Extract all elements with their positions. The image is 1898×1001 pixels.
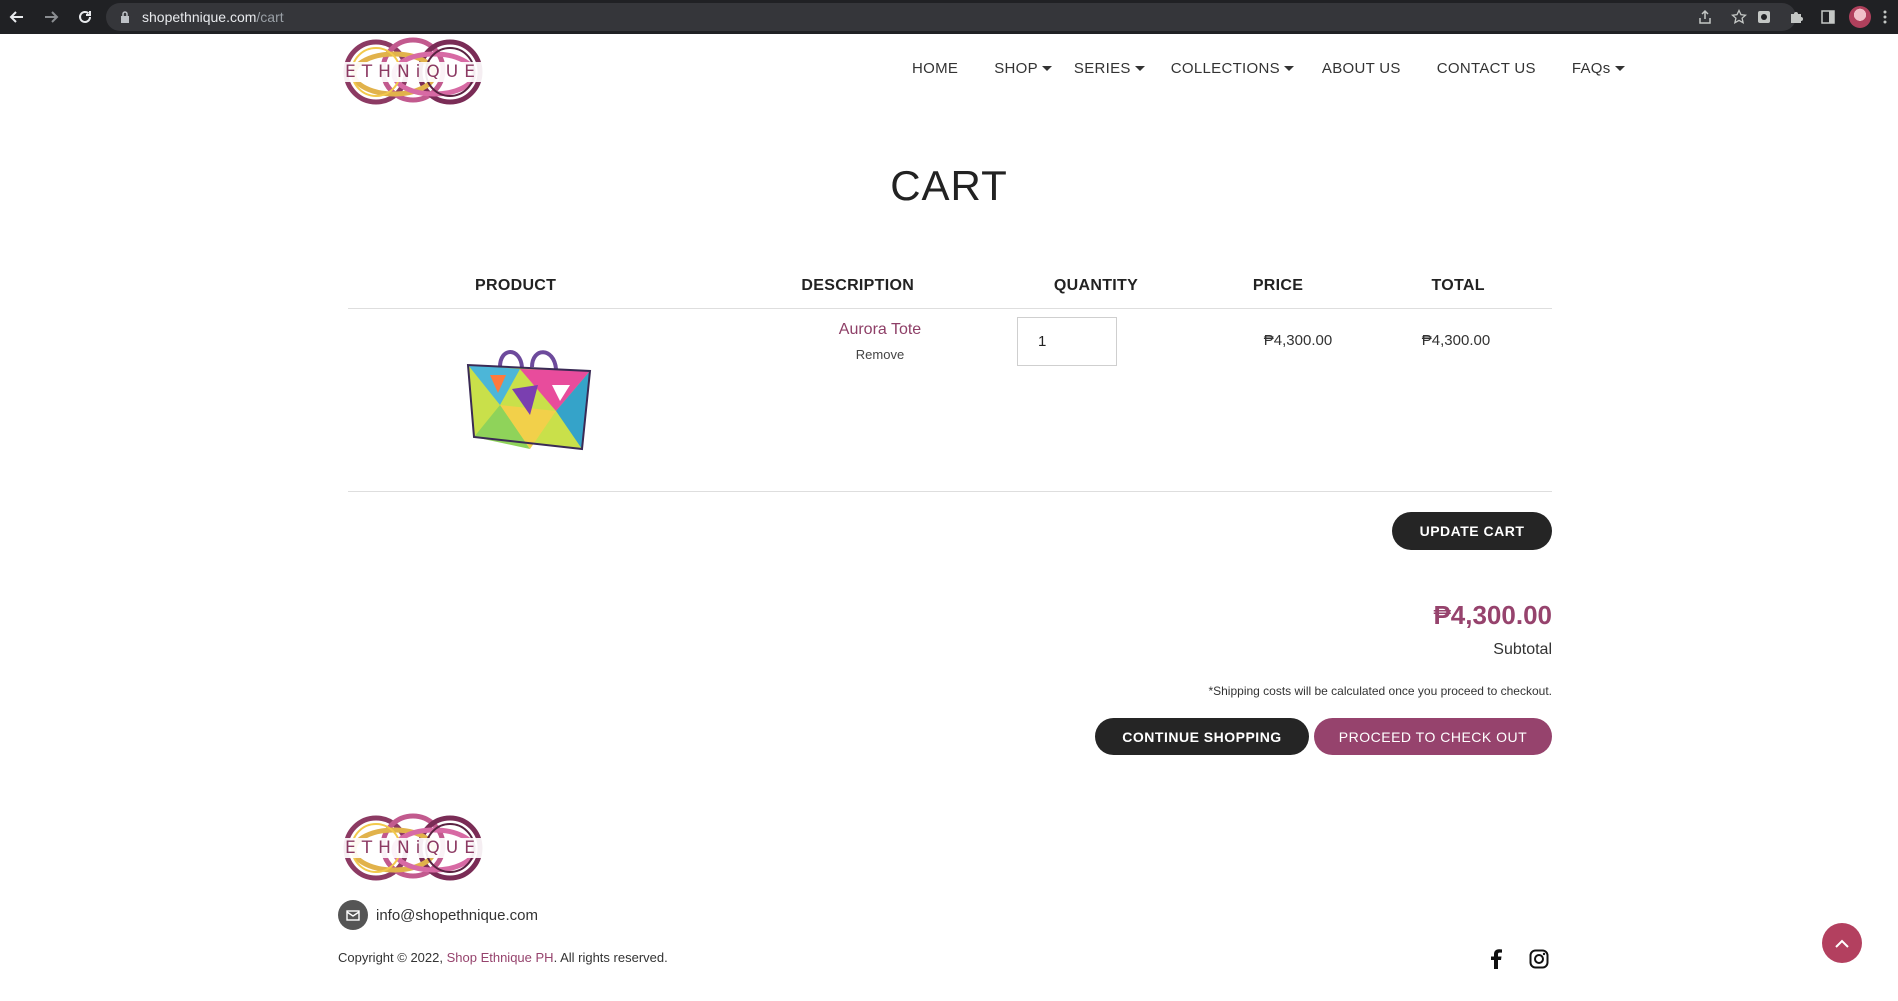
subtotal-value: ₱4,300.00 (1433, 600, 1552, 630)
column-header: PRODUCT (475, 277, 557, 294)
cart-row: Aurora Tote Remove ₱4,300.00 ₱4,300.00 (348, 309, 1552, 492)
side-panel-icon[interactable] (1814, 3, 1842, 31)
caret-down-icon (1283, 66, 1294, 71)
url-host: shopethnique.com (142, 9, 257, 25)
main-navigation: HOME SHOP SERIES COLLECTIONS ABOUT US CO… (912, 60, 1661, 77)
nav-label: ABOUT US (1321, 60, 1401, 77)
logo-text: ETHNiQUE (338, 838, 488, 858)
mail-icon (338, 900, 368, 930)
column-header: TOTAL (1431, 277, 1485, 294)
chevron-up-icon (1835, 939, 1849, 948)
email-text: info@shopethnique.com (376, 906, 538, 924)
copyright-brand-link[interactable]: Shop Ethnique PH (447, 950, 554, 965)
caret-down-icon (1134, 66, 1145, 71)
column-header: PRICE (1252, 277, 1304, 294)
forward-icon[interactable] (34, 0, 68, 34)
tote-bag-image[interactable] (460, 345, 592, 459)
share-icon[interactable] (1692, 4, 1718, 30)
nav-label: FAQs (1571, 60, 1611, 77)
site-logo[interactable]: ETHNiQUE (338, 34, 488, 110)
nav-item-series[interactable]: SERIES (1074, 60, 1145, 77)
bookmark-star-icon[interactable] (1726, 4, 1752, 30)
cart-table-header: PRODUCT DESCRIPTION QUANTITY PRICE TOTAL (348, 277, 1552, 309)
product-name-link[interactable]: Aurora Tote (760, 321, 1000, 339)
nav-label: CONTACT US (1436, 60, 1536, 77)
remove-item-link[interactable]: Remove (760, 347, 1000, 362)
menu-kebab-icon[interactable] (1878, 3, 1892, 31)
address-bar[interactable]: shopethnique.com/cart (106, 3, 1796, 31)
facebook-icon[interactable] (1483, 946, 1509, 972)
extension-icon[interactable] (1750, 3, 1778, 31)
footer-logo[interactable]: ETHNiQUE (338, 810, 488, 886)
footer-email[interactable]: info@shopethnique.com (338, 900, 538, 930)
nav-label: SHOP (994, 60, 1038, 77)
caret-down-icon (1614, 66, 1625, 71)
cart-table: PRODUCT DESCRIPTION QUANTITY PRICE TOTAL (348, 277, 1552, 492)
nav-item-faqs[interactable]: FAQs (1572, 60, 1625, 77)
browser-toolbar: shopethnique.com/cart (0, 0, 1898, 34)
site-page: ETHNiQUE HOME SHOP SERIES COLLECTIONS AB… (0, 34, 1898, 1001)
item-total: ₱4,300.00 (1421, 332, 1491, 349)
continue-shopping-button[interactable]: CONTINUE SHOPPING (1095, 718, 1309, 755)
nav-label: HOME (912, 60, 959, 77)
copyright-prefix: Copyright © 2022, (338, 950, 447, 965)
back-icon[interactable] (0, 0, 34, 34)
caret-down-icon (1041, 66, 1052, 71)
shipping-note: *Shipping costs will be calculated once … (1208, 684, 1552, 698)
nav-item-about-us[interactable]: ABOUT US (1322, 60, 1401, 77)
reload-icon[interactable] (68, 0, 102, 34)
back-to-top-button[interactable] (1822, 923, 1862, 963)
nav-item-shop[interactable]: SHOP (994, 60, 1052, 77)
url-path: /cart (256, 9, 284, 25)
nav-item-collections[interactable]: COLLECTIONS (1171, 60, 1294, 77)
nav-label: COLLECTIONS (1170, 60, 1280, 77)
copyright-text: Copyright © 2022, Shop Ethnique PH. All … (338, 950, 668, 965)
logo-text: ETHNiQUE (338, 62, 488, 82)
profile-avatar[interactable] (1846, 3, 1874, 31)
quantity-input[interactable] (1017, 317, 1117, 366)
page-title: CART (890, 162, 1008, 209)
instagram-icon[interactable] (1526, 946, 1552, 972)
puzzle-icon[interactable] (1782, 3, 1810, 31)
lock-icon (120, 10, 132, 24)
column-header: QUANTITY (1053, 277, 1139, 294)
copyright-suffix: . All rights reserved. (553, 950, 668, 965)
nav-label: SERIES (1073, 60, 1131, 77)
column-header: DESCRIPTION (801, 277, 915, 294)
checkout-button[interactable]: PROCEED TO CHECK OUT (1314, 718, 1552, 755)
update-cart-button[interactable]: UPDATE CART (1392, 512, 1552, 550)
subtotal-label: Subtotal (1493, 641, 1552, 658)
nav-item-contact-us[interactable]: CONTACT US (1437, 60, 1536, 77)
nav-item-home[interactable]: HOME (912, 60, 958, 77)
